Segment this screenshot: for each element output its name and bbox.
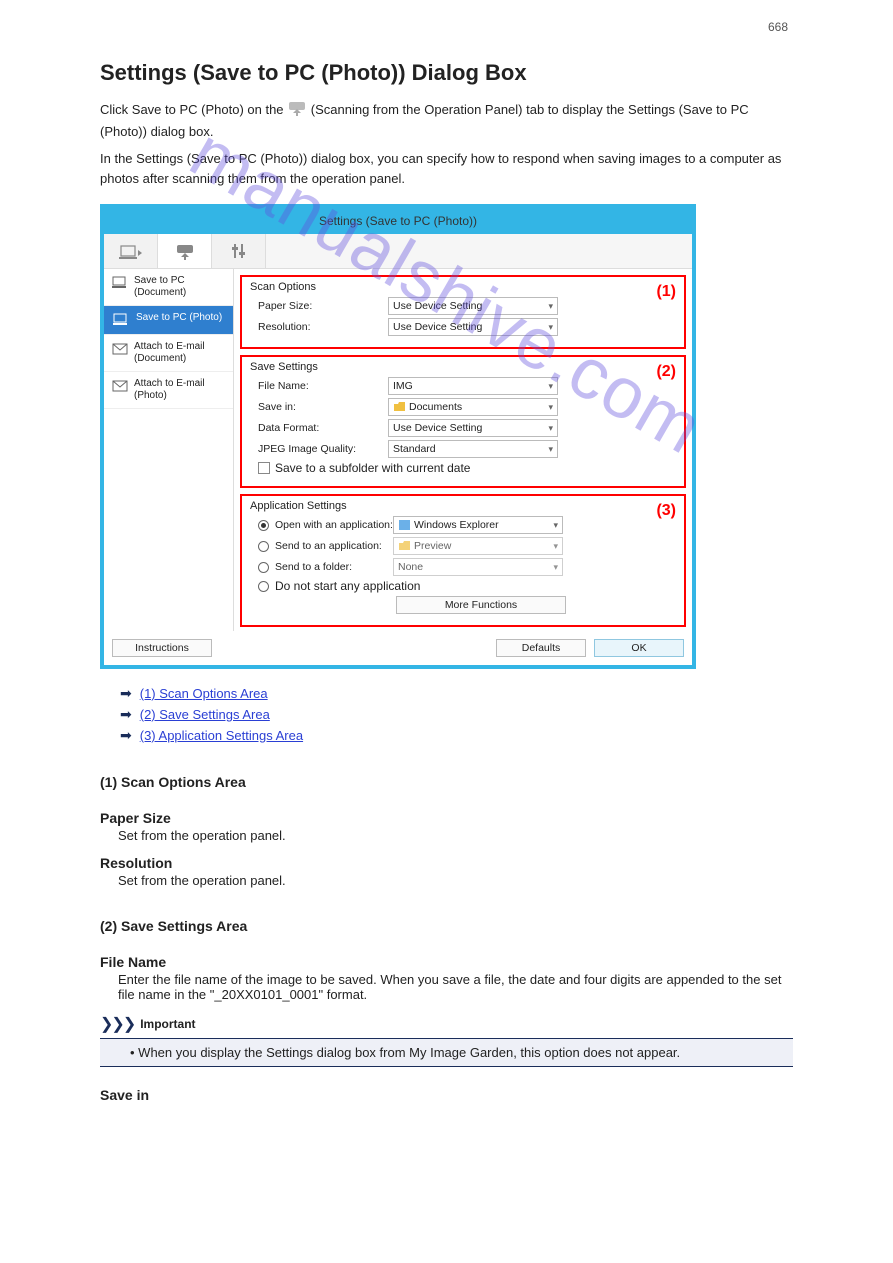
ok-button[interactable]: OK — [594, 639, 684, 657]
settings-dialog: Settings (Save to PC (Photo)) Save to PC… — [100, 204, 696, 669]
send-to-app-label: Send to an application: — [275, 540, 393, 552]
subfolder-checkbox[interactable] — [258, 462, 270, 474]
jpeg-quality-select[interactable]: Standard — [388, 440, 558, 458]
section-title: Application Settings — [250, 500, 676, 512]
dialog-titlebar: Settings (Save to PC (Photo)) — [104, 208, 692, 234]
explorer-icon — [398, 519, 410, 531]
sidebar-item-attach-email-document[interactable]: Attach to E-mail (Document) — [104, 335, 233, 372]
send-to-folder-radio[interactable] — [258, 562, 269, 573]
field-file-name: File Name — [100, 954, 793, 970]
page-number: 668 — [768, 20, 788, 34]
section-scan-options: (1) Scan Options Paper Size: Use Device … — [240, 275, 686, 349]
sidebar-item-label: Save to PC (Photo) — [136, 312, 222, 328]
file-name-select[interactable]: IMG — [388, 377, 558, 395]
folder-icon — [398, 540, 410, 552]
scanfrom-icon — [287, 100, 307, 122]
sidebar-item-save-pc-photo[interactable]: Save to PC (Photo) — [104, 306, 233, 335]
section-application-settings: (3) Application Settings Open with an ap… — [240, 494, 686, 627]
pc-icon — [112, 312, 130, 328]
paper-size-label: Paper Size: — [258, 300, 388, 312]
data-format-label: Data Format: — [258, 422, 388, 434]
field-file-name-desc: Enter the file name of the image to be s… — [118, 972, 793, 1002]
page-title: Settings (Save to PC (Photo)) Dialog Box — [100, 60, 793, 86]
arrow-icon: ➡ — [120, 685, 132, 702]
jpeg-quality-label: JPEG Image Quality: — [258, 443, 388, 455]
field-paper-size: Paper Size — [100, 810, 793, 826]
section-title: Scan Options — [250, 281, 676, 293]
section-title: Save Settings — [250, 361, 676, 373]
folder-icon — [393, 401, 405, 413]
arrow-icon: ➡ — [120, 727, 132, 744]
send-to-app-radio[interactable] — [258, 541, 269, 552]
intro-paragraph-2: In the Settings (Save to PC (Photo)) dia… — [100, 149, 793, 188]
important-chevrons-icon: ❯❯❯ — [100, 1014, 134, 1034]
field-paper-size-desc: Set from the operation panel. — [118, 828, 793, 843]
arrow-icon: ➡ — [120, 706, 132, 723]
resolution-select[interactable]: Use Device Setting — [388, 318, 558, 336]
tab-scanfrom-device[interactable] — [158, 234, 212, 268]
link-save-settings[interactable]: (2) Save Settings Area — [140, 707, 270, 722]
field-save-in: Save in — [100, 1087, 793, 1103]
section-save-settings: (2) Save Settings File Name: IMG Save in… — [240, 355, 686, 488]
intro-paragraph: Click Save to PC (Photo) on the (Scannin… — [100, 100, 793, 141]
field-resolution: Resolution — [100, 855, 793, 871]
link-scan-options[interactable]: (1) Scan Options Area — [140, 686, 268, 701]
mail-icon — [112, 341, 128, 357]
save-in-select[interactable]: Documents — [388, 398, 558, 416]
section-heading-scan-options: (1) Scan Options Area — [100, 774, 793, 790]
do-not-start-label: Do not start any application — [275, 579, 420, 593]
more-functions-button[interactable]: More Functions — [396, 596, 566, 614]
open-with-app-radio[interactable] — [258, 520, 269, 531]
do-not-start-radio[interactable] — [258, 581, 269, 592]
mail-icon — [112, 378, 128, 394]
link-application-settings[interactable]: (3) Application Settings Area — [140, 728, 303, 743]
sidebar: Save to PC (Document) Save to PC (Photo)… — [104, 269, 234, 631]
sidebar-item-label: Attach to E-mail (Document) — [134, 341, 225, 365]
instructions-button[interactable]: Instructions — [112, 639, 212, 657]
subfolder-label: Save to a subfolder with current date — [275, 461, 470, 475]
important-title: Important — [140, 1017, 195, 1031]
open-with-app-select[interactable]: Windows Explorer — [393, 516, 563, 534]
pc-icon — [112, 275, 128, 291]
sidebar-item-label: Save to PC (Document) — [134, 275, 225, 299]
badge-2: (2) — [656, 363, 676, 381]
resolution-label: Resolution: — [258, 321, 388, 333]
sidebar-item-save-pc-document[interactable]: Save to PC (Document) — [104, 269, 233, 306]
paper-size-select[interactable]: Use Device Setting — [388, 297, 558, 315]
defaults-button[interactable]: Defaults — [496, 639, 586, 657]
send-to-app-select[interactable]: Preview — [393, 537, 563, 555]
save-in-label: Save in: — [258, 401, 388, 413]
send-to-folder-label: Send to a folder: — [275, 561, 393, 573]
sidebar-item-label: Attach to E-mail (Photo) — [134, 378, 225, 402]
file-name-label: File Name: — [258, 380, 388, 392]
field-resolution-desc: Set from the operation panel. — [118, 873, 793, 888]
badge-1: (1) — [656, 283, 676, 301]
tab-tools[interactable] — [212, 234, 266, 268]
open-with-app-label: Open with an application: — [275, 519, 393, 531]
send-to-folder-select[interactable]: None — [393, 558, 563, 576]
data-format-select[interactable]: Use Device Setting — [388, 419, 558, 437]
section-heading-save-settings: (2) Save Settings Area — [100, 918, 793, 934]
tab-scanfrom-pc[interactable] — [104, 234, 158, 268]
badge-3: (3) — [656, 502, 676, 520]
important-box: • When you display the Settings dialog b… — [100, 1038, 793, 1067]
sidebar-item-attach-email-photo[interactable]: Attach to E-mail (Photo) — [104, 372, 233, 409]
important-bullet: • When you display the Settings dialog b… — [130, 1045, 785, 1060]
